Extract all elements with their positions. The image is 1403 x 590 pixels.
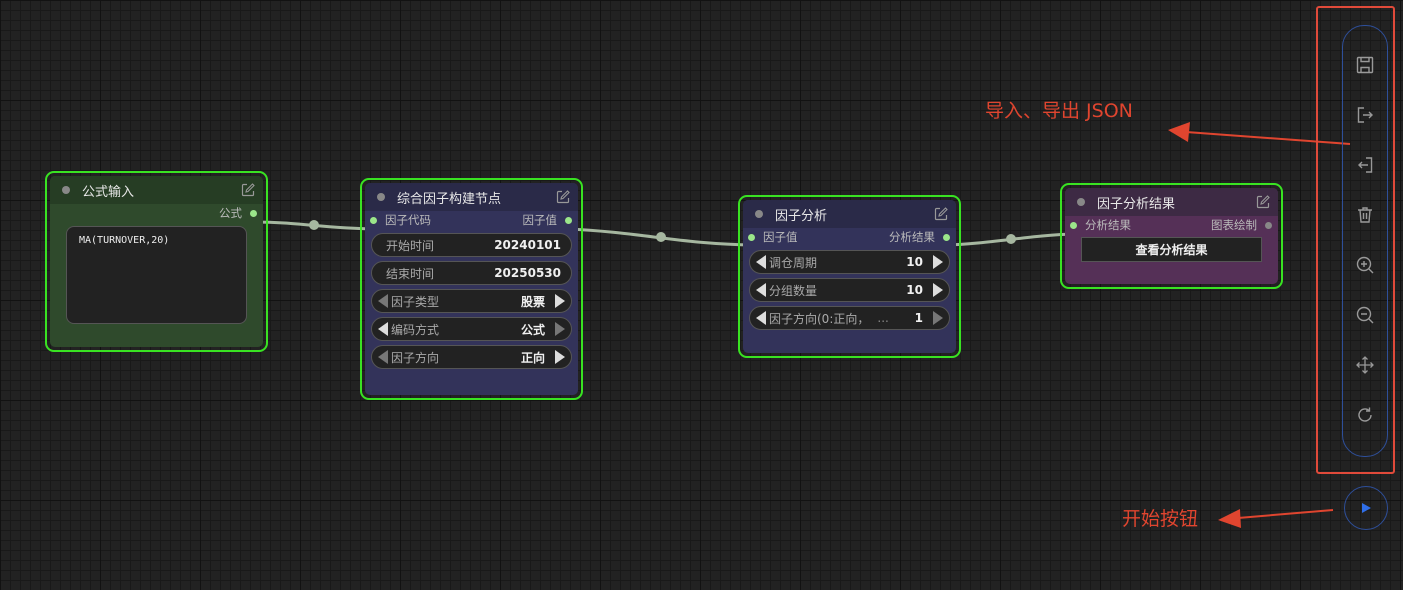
factor-direction-combo[interactable]: 因子方向 正向 — [371, 345, 572, 369]
collapse-dot[interactable] — [1077, 198, 1085, 206]
input-port[interactable] — [1070, 221, 1077, 229]
start-date-field[interactable]: 开始时间 20240101 — [371, 233, 572, 257]
increment-arrow-icon[interactable] — [555, 294, 565, 308]
widget-value: 10 — [906, 283, 923, 297]
widget-label: 因子方向(0:正向， — [769, 311, 870, 326]
link-midpoint — [1006, 234, 1016, 244]
widget-label: 编码方式 — [391, 322, 440, 337]
move-icon[interactable] — [1355, 355, 1375, 375]
edit-icon[interactable] — [241, 183, 255, 197]
widget-label: 因子类型 — [391, 294, 440, 309]
collapse-dot[interactable] — [62, 186, 70, 194]
widget-value: 正向 — [520, 350, 545, 365]
input-port[interactable] — [370, 216, 377, 224]
annotation-arrowhead — [1218, 509, 1241, 528]
zoom-out-icon[interactable] — [1355, 305, 1375, 325]
output-port[interactable] — [565, 216, 572, 224]
node-title: 因子分析 — [775, 208, 828, 224]
increment-arrow-icon[interactable] — [555, 322, 565, 336]
import-export-annotation: 导入、导出 JSON — [985, 100, 1133, 122]
button-label: 查看分析结果 — [1135, 243, 1208, 257]
increment-arrow-icon[interactable] — [933, 255, 943, 269]
factor-analysis-node[interactable]: 因子分析 因子值 分析结果 调仓周期 10 分组数量 10 因子方向(0:正向，… — [738, 195, 961, 358]
node-title-bar[interactable]: 综合因子构建节点 — [365, 183, 578, 211]
widget-label: 调仓周期 — [769, 255, 818, 270]
input-label: 因子值 — [763, 230, 798, 244]
node-title-bar[interactable]: 因子分析 — [743, 200, 956, 228]
export-icon[interactable] — [1355, 105, 1375, 125]
link-midpoint — [656, 232, 666, 242]
decrement-arrow-icon[interactable] — [378, 350, 388, 364]
output-label: 图表绘制 — [1211, 218, 1257, 232]
collapse-dot[interactable] — [377, 193, 385, 201]
decrement-arrow-icon[interactable] — [756, 283, 766, 297]
widget-ellipsis: ... — [877, 311, 889, 325]
start-button-annotation: 开始按钮 — [1122, 508, 1199, 530]
node-title: 因子分析结果 — [1097, 196, 1176, 212]
run-button[interactable] — [1344, 486, 1388, 530]
save-icon[interactable] — [1355, 55, 1375, 75]
decrement-arrow-icon[interactable] — [378, 294, 388, 308]
widget-value: 公式 — [520, 322, 545, 337]
widget-value: 20250530 — [494, 266, 561, 280]
decrement-arrow-icon[interactable] — [756, 311, 766, 325]
widget-label: 分组数量 — [769, 283, 818, 298]
output-label: 公式 — [219, 206, 242, 220]
formula-input-node[interactable]: 公式输入 公式 MA(TURNOVER,20) — [45, 171, 268, 352]
node-title: 综合因子构建节点 — [397, 191, 502, 207]
edit-icon[interactable] — [934, 207, 948, 221]
decrement-arrow-icon[interactable] — [378, 322, 388, 336]
decrement-arrow-icon[interactable] — [756, 255, 766, 269]
increment-arrow-icon[interactable] — [555, 350, 565, 364]
increment-arrow-icon[interactable] — [933, 283, 943, 297]
factor-type-combo[interactable]: 因子类型 股票 — [371, 289, 572, 313]
view-result-button[interactable]: 查看分析结果 — [1081, 237, 1262, 262]
edit-icon[interactable] — [1256, 195, 1270, 209]
factor-direction-stepper[interactable]: 因子方向(0:正向， ... 1 — [749, 306, 950, 330]
collapse-dot[interactable] — [755, 210, 763, 218]
import-icon[interactable] — [1355, 155, 1375, 175]
widget-label: 开始时间 — [386, 238, 435, 253]
increment-arrow-icon[interactable] — [933, 311, 943, 325]
zoom-in-icon[interactable] — [1355, 255, 1375, 275]
output-port[interactable] — [250, 209, 257, 217]
side-toolbar — [1342, 25, 1388, 457]
output-label: 分析结果 — [889, 230, 935, 244]
node-title-bar[interactable]: 因子分析结果 — [1065, 188, 1278, 216]
widget-value: 10 — [906, 255, 923, 269]
input-port[interactable] — [748, 233, 755, 241]
analysis-result-node[interactable]: 因子分析结果 分析结果 图表绘制 查看分析结果 — [1060, 183, 1283, 289]
annotation-arrow — [1237, 509, 1334, 519]
node-title-bar[interactable]: 公式输入 — [50, 176, 263, 204]
formula-text: MA(TURNOVER,20) — [79, 235, 170, 246]
formula-textarea[interactable]: MA(TURNOVER,20) — [66, 226, 247, 324]
input-label: 因子代码 — [385, 213, 431, 227]
output-port[interactable] — [1265, 221, 1272, 229]
rebalance-period-stepper[interactable]: 调仓周期 10 — [749, 250, 950, 274]
output-label: 因子值 — [522, 213, 558, 227]
widget-value: 20240101 — [494, 238, 561, 252]
trash-icon[interactable] — [1355, 205, 1375, 225]
widget-value: 股票 — [520, 294, 545, 309]
node-title: 公式输入 — [82, 184, 135, 200]
group-count-stepper[interactable]: 分组数量 10 — [749, 278, 950, 302]
link-midpoint — [309, 220, 319, 230]
edit-icon[interactable] — [556, 190, 570, 204]
widget-label: 结束时间 — [386, 266, 435, 281]
annotation-arrowhead — [1168, 122, 1190, 142]
refresh-icon[interactable] — [1355, 405, 1375, 425]
factor-builder-node[interactable]: 综合因子构建节点 因子代码 因子值 开始时间 20240101 结束时间 202… — [360, 178, 583, 400]
encoding-combo[interactable]: 编码方式 公式 — [371, 317, 572, 341]
widget-label: 因子方向 — [391, 350, 440, 365]
widget-value: 1 — [914, 311, 923, 325]
play-icon — [1362, 503, 1371, 513]
output-port[interactable] — [943, 233, 950, 241]
end-date-field[interactable]: 结束时间 20250530 — [371, 261, 572, 285]
input-label: 分析结果 — [1085, 218, 1131, 232]
